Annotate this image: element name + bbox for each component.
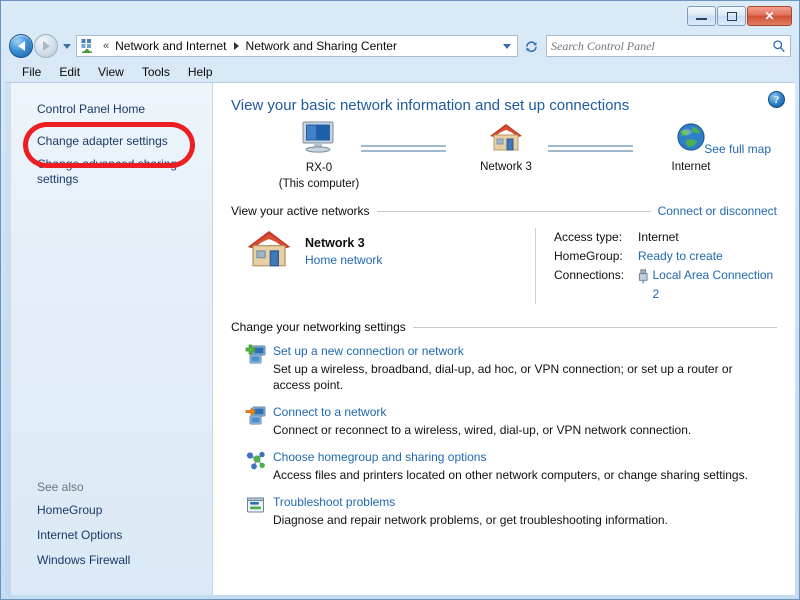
task-connect-to-a-network[interactable]: Connect to a network Connect or reconnec… — [231, 401, 777, 446]
detail-value: Internet — [638, 228, 679, 247]
network-control-panel-icon — [80, 38, 96, 54]
map-link-network-internet — [548, 145, 633, 152]
networking-settings-title: Change your networking settings — [231, 320, 406, 334]
chevron-down-icon — [63, 44, 71, 49]
networking-settings-header: Change your networking settings — [231, 320, 777, 334]
task-choose-homegroup-and-sharing-options[interactable]: Choose homegroup and sharing options Acc… — [231, 446, 777, 491]
address-bar[interactable]: « Network and Internet Network and Shari… — [76, 35, 518, 57]
minimize-icon — [696, 18, 707, 20]
caption-button-group: ✕ — [687, 6, 792, 26]
detail-connections: Connections: Local Area Connection 2 — [554, 266, 777, 304]
detail-access-type: Access type: Internet — [554, 228, 777, 247]
address-dropdown-button[interactable] — [499, 44, 515, 49]
see-full-map-link[interactable]: See full map — [704, 142, 771, 156]
map-node-computer[interactable]: RX-0 (This computer) — [259, 120, 379, 191]
back-button[interactable] — [9, 34, 33, 58]
menu-file[interactable]: File — [13, 63, 50, 81]
close-icon: ✕ — [764, 9, 774, 23]
detail-label: Connections: — [554, 266, 638, 304]
sidebar: Control Panel Home Change adapter settin… — [5, 83, 213, 595]
breadcrumb-network-and-internet[interactable]: Network and Internet — [113, 37, 228, 55]
section-divider — [413, 327, 777, 328]
detail-homegroup: HomeGroup: Ready to create — [554, 247, 777, 266]
menu-tools[interactable]: Tools — [133, 63, 179, 81]
menu-edit[interactable]: Edit — [50, 63, 89, 81]
detail-label: Access type: — [554, 228, 638, 247]
network-map: RX-0 (This computer) Network 3 — [231, 120, 777, 194]
connect-network-icon — [245, 404, 273, 432]
title-bar: ✕ — [5, 1, 795, 31]
task-description: Access files and printers located on oth… — [273, 467, 773, 483]
computer-icon — [299, 120, 339, 154]
forward-arrow-icon — [43, 41, 50, 51]
recent-pages-button[interactable] — [60, 35, 74, 57]
active-network-type-link[interactable]: Home network — [305, 253, 382, 267]
minimize-button[interactable] — [687, 6, 716, 26]
forward-button[interactable] — [34, 34, 58, 58]
map-internet-name: Internet — [631, 160, 751, 174]
body-area: Control Panel Home Change adapter settin… — [5, 82, 795, 595]
active-networks-title: View your active networks — [231, 204, 370, 218]
homegroup-icon — [245, 449, 273, 477]
task-troubleshoot-problems[interactable]: Troubleshoot problems Diagnose and repai… — [231, 491, 777, 536]
maximize-icon — [727, 12, 737, 21]
active-network-details: Access type: Internet HomeGroup: Ready t… — [535, 228, 777, 304]
map-computer-sub: (This computer) — [259, 177, 379, 191]
active-network-summary: Network 3 Home network — [245, 228, 535, 270]
maximize-button[interactable] — [717, 6, 746, 26]
connect-or-disconnect-link[interactable]: Connect or disconnect — [658, 204, 777, 218]
task-description: Set up a wireless, broadband, dial-up, a… — [273, 361, 773, 393]
sidebar-item-control-panel-home[interactable]: Control Panel Home — [5, 97, 212, 122]
help-button[interactable]: ? — [768, 91, 785, 108]
map-computer-name: RX-0 — [259, 161, 379, 175]
task-title[interactable]: Set up a new connection or network — [273, 343, 777, 359]
chevron-down-icon — [503, 44, 511, 49]
close-button[interactable]: ✕ — [747, 6, 792, 26]
active-network-row: Network 3 Home network Access type: Inte… — [231, 224, 777, 310]
breadcrumb-separator-icon — [234, 42, 239, 50]
globe-icon — [675, 122, 707, 153]
active-networks-header: View your active networks Connect or dis… — [231, 204, 777, 218]
refresh-button[interactable] — [520, 35, 542, 57]
see-also-title: See also — [5, 478, 212, 498]
section-divider — [377, 211, 651, 212]
sidebar-item-internet-options[interactable]: Internet Options — [5, 523, 212, 548]
menu-bar: File Edit View Tools Help — [5, 61, 795, 82]
search-box[interactable]: Search Control Panel — [546, 35, 791, 57]
network-adapter-icon — [638, 269, 648, 284]
sidebar-item-homegroup[interactable]: HomeGroup — [5, 498, 212, 523]
sidebar-item-change-advanced-sharing-settings[interactable]: Change advanced sharing settings — [5, 154, 212, 192]
breadcrumb-overflow[interactable]: « — [99, 40, 113, 52]
task-title[interactable]: Connect to a network — [273, 404, 777, 420]
menu-help[interactable]: Help — [179, 63, 222, 81]
map-link-computer-network — [361, 145, 446, 152]
navigation-bar: « Network and Internet Network and Shari… — [5, 31, 795, 61]
task-title[interactable]: Choose homegroup and sharing options — [273, 449, 777, 465]
house-icon — [488, 122, 524, 153]
house-icon — [245, 228, 293, 270]
detail-value-link[interactable]: Local Area Connection 2 — [652, 266, 777, 304]
task-title[interactable]: Troubleshoot problems — [273, 494, 777, 510]
task-description: Connect or reconnect to a wireless, wire… — [273, 422, 773, 438]
detail-value-link[interactable]: Ready to create — [638, 247, 723, 266]
task-set-up-a-new-connection-or-network[interactable]: Set up a new connection or network Set u… — [231, 340, 777, 401]
sidebar-item-windows-firewall[interactable]: Windows Firewall — [5, 548, 212, 573]
map-network-name: Network 3 — [446, 160, 566, 174]
troubleshoot-icon — [245, 494, 273, 522]
new-connection-icon — [245, 343, 273, 371]
window-frame: ✕ « Network and Internet Net — [0, 0, 800, 600]
see-also-section: See also HomeGroup Internet Options Wind… — [5, 478, 212, 573]
back-arrow-icon — [18, 41, 25, 51]
breadcrumb-network-and-sharing-center[interactable]: Network and Sharing Center — [244, 37, 399, 55]
search-input[interactable]: Search Control Panel — [551, 39, 772, 54]
sidebar-item-change-adapter-settings[interactable]: Change adapter settings — [5, 122, 212, 154]
search-icon — [772, 39, 786, 53]
content-pane: ? View your basic network information an… — [213, 83, 795, 595]
task-description: Diagnose and repair network problems, or… — [273, 512, 773, 528]
refresh-icon — [524, 39, 539, 54]
page-title: View your basic network information and … — [231, 97, 777, 114]
detail-label: HomeGroup: — [554, 247, 638, 266]
active-network-name: Network 3 — [305, 236, 382, 250]
menu-view[interactable]: View — [89, 63, 133, 81]
